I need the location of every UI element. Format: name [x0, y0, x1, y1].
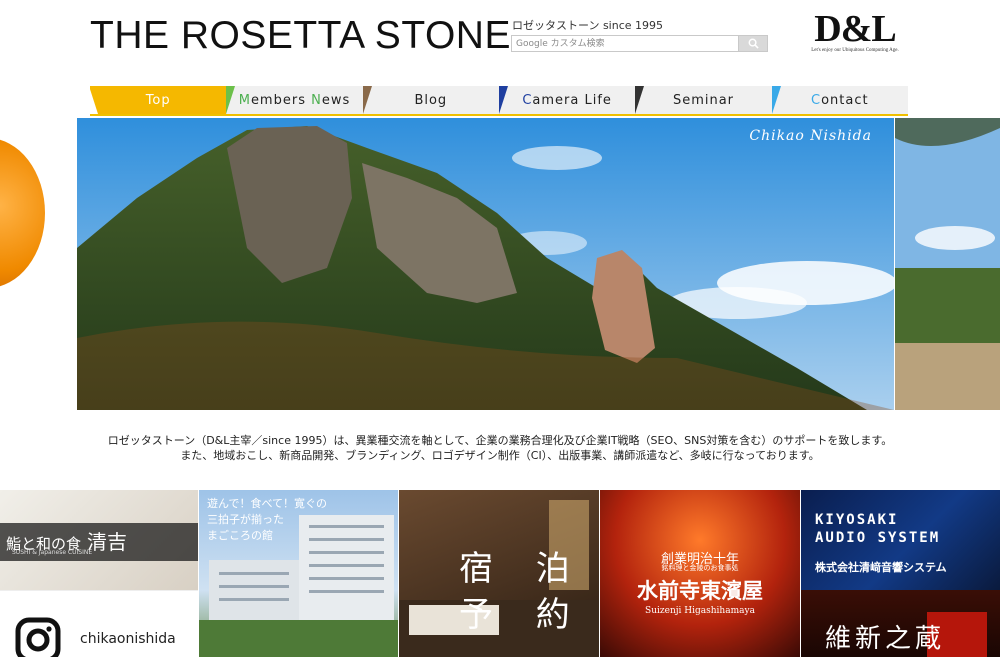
instagram-link[interactable]: chikaonishida	[0, 590, 198, 657]
banner-company: 株式会社清﨑音響システム	[815, 561, 947, 574]
nav-label: Camera Life	[522, 92, 612, 108]
intro-text: ロゼッタストーン（D&L主宰／since 1995）は、異業種交流を軸として、企…	[0, 433, 1000, 463]
hero-prev-slide[interactable]	[0, 118, 77, 410]
nav-top[interactable]: Top	[88, 86, 227, 114]
tagline: ロゼッタストーン since 1995	[512, 19, 664, 32]
hotel-tagline: 遊んで！食べて！寛ぐの 三拍子が揃った まごころの館	[207, 497, 328, 542]
nav-camera-life[interactable]: Camera Life	[498, 86, 636, 114]
hero-next-slide[interactable]	[895, 118, 1000, 410]
park-photo	[895, 118, 1000, 410]
nav-members-news[interactable]: Members News	[226, 86, 363, 114]
mountain-photo	[77, 118, 894, 410]
orange-food-image	[0, 138, 45, 288]
instagram-icon	[15, 617, 61, 657]
nav-label: Contact	[811, 92, 869, 108]
banner-line: KIYOSAKI	[815, 512, 899, 528]
logo-mark: D&L	[814, 8, 896, 50]
banner-higashihamaya[interactable]: 創業明治十年 銘料理と金陵のお食事処 水前寺東濱屋 Suizenji Higas…	[600, 490, 800, 657]
banner-title: 維新之蔵	[825, 624, 946, 654]
banner-kiyosaki-audio[interactable]: KIYOSAKI AUDIO SYSTEM 株式会社清﨑音響システム	[801, 490, 1000, 590]
banner-subtitle: SUSHI & Japanese CUISINE	[12, 549, 93, 556]
nav-label: Seminar	[672, 92, 735, 108]
search-box	[511, 35, 768, 52]
site-title[interactable]: THE ROSETTA STONE	[90, 14, 511, 58]
nav-label: Members News	[238, 92, 351, 108]
banner-hotel[interactable]: 遊んで！食べて！寛ぐの 三拍子が揃った まごころの館	[199, 490, 398, 657]
hero-slide-mountain[interactable]: Chikao Nishida	[77, 118, 894, 410]
banner-ishin-no-kura[interactable]: 維新之蔵	[801, 590, 1000, 657]
search-button[interactable]	[738, 36, 767, 51]
nav-flag	[771, 86, 781, 114]
nav-blog[interactable]: Blog	[362, 86, 499, 114]
banner-line: AUDIO SYSTEM	[815, 530, 941, 546]
search-icon	[748, 38, 759, 49]
instagram-handle: chikaonishida	[80, 631, 176, 647]
banner-sushi-seikichi[interactable]: 鮨と和の食 清吉 SUSHI & Japanese CUISINE	[0, 490, 198, 590]
banner-booking[interactable]: 宿 泊 予 約	[399, 490, 599, 657]
photographer-signature: Chikao Nishida	[749, 128, 872, 144]
intro-line-1: ロゼッタストーン（D&L主宰／since 1995）は、異業種交流を軸として、企…	[107, 434, 893, 447]
banner-line: 銘料理と金陵のお食事処	[661, 564, 739, 572]
nav-flag	[362, 86, 372, 114]
nav-flag	[635, 86, 645, 114]
nav-label: Blog	[414, 92, 448, 108]
nav-flag	[226, 86, 236, 114]
nav-contact[interactable]: Contact	[771, 86, 908, 114]
logo-subtitle: Let's enjoy our Ubiquitous Computing Age…	[811, 48, 899, 53]
nav-seminar[interactable]: Seminar	[635, 86, 772, 114]
booking-label: 宿 泊 予 約	[459, 549, 586, 635]
dl-logo[interactable]: D&L Let's enjoy our Ubiquitous Computing…	[800, 8, 910, 53]
banner-subtitle: Suizenji Higashihamaya	[645, 606, 755, 616]
nav-label: Top	[145, 92, 171, 108]
banner-title: 水前寺東濱屋	[637, 578, 763, 603]
nav-flag	[498, 86, 508, 114]
main-nav: Top Members News Blog Camera Life Semina…	[88, 86, 908, 116]
intro-line-2: また、地域おこし、新商品開発、ブランディング、ロゴデザイン制作（CI）、出版事業…	[180, 449, 820, 462]
search-input[interactable]	[512, 36, 738, 51]
banner-grid: 鮨と和の食 清吉 SUSHI & Japanese CUISINE chikaon…	[0, 490, 1000, 657]
